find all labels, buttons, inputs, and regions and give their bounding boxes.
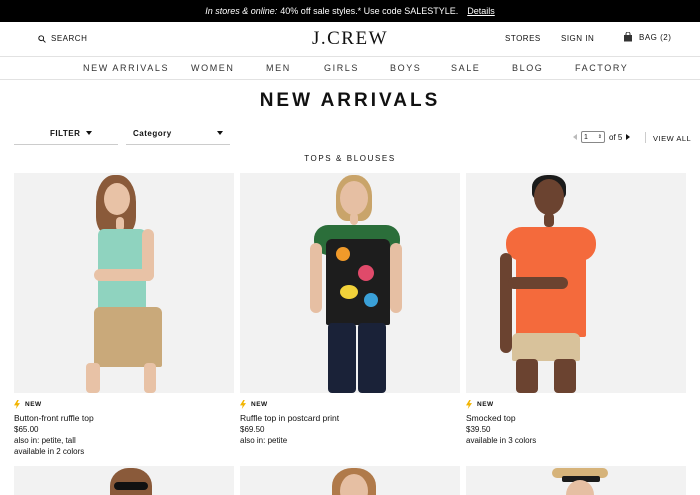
category-dropdown[interactable]: Category [126, 124, 230, 145]
product-card[interactable]: NEW Button-front ruffle top $65.00 also … [14, 173, 234, 456]
chevron-down-icon [217, 131, 223, 135]
product-image[interactable] [466, 466, 686, 495]
product-price: $69.50 [240, 425, 265, 434]
product-availability: available in 2 colors [14, 447, 85, 456]
product-price: $39.50 [466, 425, 491, 434]
badge-label: NEW [251, 401, 268, 408]
product-image[interactable] [466, 173, 686, 393]
product-card[interactable]: NEW Smocked top $39.50 available in 3 co… [466, 173, 686, 445]
product-also-in: also in: petite, tall [14, 436, 76, 445]
page-number: 1 [584, 133, 588, 141]
nav-item-new-arrivals[interactable]: NEW ARRIVALS [83, 63, 169, 73]
lightning-icon [240, 400, 246, 409]
product-image[interactable] [14, 173, 234, 393]
filter-dropdown[interactable]: FILTER [14, 124, 118, 145]
product-name[interactable]: Button-front ruffle top [14, 413, 94, 423]
nav-item-blog[interactable]: BLOG [512, 63, 543, 73]
product-availability: available in 3 colors [466, 436, 537, 445]
site-header: SEARCH J.CREW STORES SIGN IN BAG (2) [0, 22, 700, 57]
badge-label: NEW [477, 401, 494, 408]
page-count: of 5 [609, 132, 623, 142]
lightning-icon [14, 400, 20, 409]
jcrew-logo[interactable]: J.CREW [0, 28, 700, 50]
filter-label: FILTER [50, 129, 81, 138]
view-all-link[interactable]: VIEW ALL [653, 134, 691, 143]
select-arrows-icon: ⇕ [597, 133, 602, 140]
page-title: NEW ARRIVALS [259, 90, 441, 111]
promo-banner: In stores & online: 40% off sale styles.… [0, 0, 700, 22]
nav-item-boys[interactable]: BOYS [390, 63, 421, 73]
nav-item-factory[interactable]: FACTORY [575, 63, 628, 73]
product-name[interactable]: Smocked top [466, 413, 516, 423]
sign-in-link[interactable]: SIGN IN [561, 34, 594, 43]
nav-item-men[interactable]: MEN [266, 63, 291, 73]
product-image[interactable] [240, 466, 460, 495]
product-image[interactable] [14, 466, 234, 495]
section-title: TOPS & BLOUSES [304, 154, 396, 163]
new-badge: NEW [240, 400, 268, 409]
nav-item-women[interactable]: WOMEN [191, 63, 235, 73]
product-price: $65.00 [14, 425, 39, 434]
product-image[interactable] [240, 173, 460, 393]
product-card[interactable]: NEW Ruffle top in postcard print $69.50 … [240, 173, 460, 445]
shopping-bag-icon [624, 32, 632, 42]
divider [645, 132, 646, 143]
category-label: Category [133, 129, 172, 138]
lightning-icon [466, 400, 472, 409]
nav-item-girls[interactable]: GIRLS [324, 63, 359, 73]
bag-button[interactable]: BAG (2) [623, 32, 671, 42]
promo-lead: In stores & online: [205, 6, 278, 16]
chevron-down-icon [86, 131, 92, 135]
product-also-in: also in: petite [240, 436, 288, 445]
nav-item-sale[interactable]: SALE [451, 63, 480, 73]
pagination: 1 ⇕ of 5 [573, 131, 631, 143]
new-badge: NEW [14, 400, 42, 409]
page-select[interactable]: 1 ⇕ [581, 131, 605, 143]
product-name[interactable]: Ruffle top in postcard print [240, 413, 339, 423]
promo-text: 40% off sale styles.* Use code SALESTYLE… [280, 6, 459, 16]
new-badge: NEW [466, 400, 494, 409]
promo-details-link[interactable]: Details [467, 6, 495, 16]
prev-page-icon[interactable] [573, 134, 577, 140]
main-nav: NEW ARRIVALS WOMEN MEN GIRLS BOYS SALE B… [0, 57, 700, 80]
next-page-icon[interactable] [626, 134, 631, 140]
bag-label: BAG (2) [639, 32, 672, 42]
stores-link[interactable]: STORES [505, 34, 541, 43]
badge-label: NEW [25, 401, 42, 408]
